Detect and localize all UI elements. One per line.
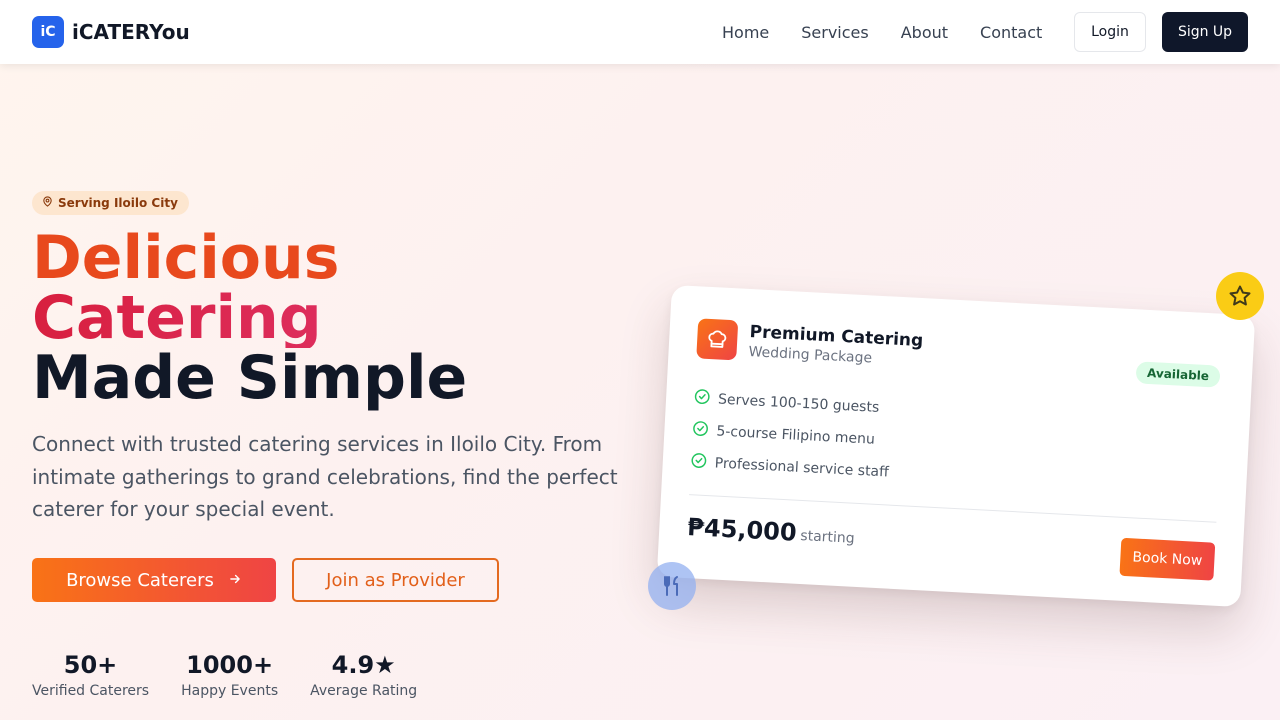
nav-link-services[interactable]: Services bbox=[801, 23, 868, 42]
headline-line-2: Catering bbox=[32, 288, 467, 348]
location-pill: Serving Iloilo City bbox=[32, 191, 189, 215]
browse-caterers-label: Browse Caterers bbox=[66, 569, 214, 591]
join-provider-button[interactable]: Join as Provider bbox=[292, 558, 499, 602]
browse-caterers-button[interactable]: Browse Caterers bbox=[32, 558, 276, 602]
location-pill-label: Serving Iloilo City bbox=[58, 196, 178, 210]
stat-value: 1000+ bbox=[186, 651, 274, 679]
headline-line-1: Delicious bbox=[32, 223, 340, 293]
nav-link-home[interactable]: Home bbox=[722, 23, 769, 42]
headline-line-3: Made Simple bbox=[32, 343, 468, 413]
stat-label: Average Rating bbox=[310, 683, 418, 699]
nav-link-contact[interactable]: Contact bbox=[980, 23, 1042, 42]
stat-events: 1000+ Happy Events bbox=[181, 648, 278, 699]
status-badge: Available bbox=[1135, 361, 1221, 388]
hero-headline: Delicious Catering Made Simple bbox=[32, 228, 467, 408]
map-pin-icon bbox=[42, 196, 53, 210]
signup-button[interactable]: Sign Up bbox=[1162, 12, 1248, 52]
stat-label: Verified Caterers bbox=[32, 683, 150, 699]
feature-text: 5-course Filipino menu bbox=[716, 423, 876, 448]
stat-caterers: 50+ Verified Caterers bbox=[32, 648, 149, 699]
stat-value: 4.9★ bbox=[331, 651, 396, 679]
arrow-right-icon bbox=[228, 570, 242, 591]
book-now-button[interactable]: Book Now bbox=[1119, 537, 1216, 581]
star-icon bbox=[1216, 272, 1264, 320]
stat-value: 50+ bbox=[63, 651, 118, 679]
nav-links: Home Services About Contact bbox=[722, 0, 1074, 64]
price: ₱45,000 bbox=[686, 513, 798, 547]
hero-description: Connect with trusted catering services i… bbox=[32, 432, 618, 521]
stat-label: Happy Events bbox=[181, 683, 279, 699]
package-card: Premium Catering Wedding Package Availab… bbox=[656, 284, 1256, 608]
check-circle-icon bbox=[692, 420, 709, 441]
brand-name[interactable]: iCATERYou bbox=[72, 20, 190, 44]
stats-row: 50+ Verified Caterers 1000+ Happy Events… bbox=[32, 648, 417, 699]
nav-link-about[interactable]: About bbox=[901, 23, 948, 42]
card-footer: ₱45,000 starting Book Now bbox=[686, 513, 1216, 581]
logo-badge[interactable]: iC bbox=[32, 16, 64, 48]
top-nav: iC iCATERYou Home Services About Contact… bbox=[0, 0, 1280, 64]
price-note: starting bbox=[799, 527, 856, 547]
check-circle-icon bbox=[690, 452, 707, 473]
utensils-icon bbox=[648, 562, 696, 610]
check-circle-icon bbox=[694, 388, 711, 409]
stat-rating: 4.9★ Average Rating bbox=[310, 648, 417, 699]
feature-list: Serves 100-150 guests 5-course Filipino … bbox=[690, 382, 1222, 506]
feature-text: Professional service staff bbox=[714, 455, 890, 481]
feature-text: Serves 100-150 guests bbox=[717, 391, 880, 416]
chef-hat-icon bbox=[696, 318, 739, 361]
login-button[interactable]: Login bbox=[1074, 12, 1146, 52]
